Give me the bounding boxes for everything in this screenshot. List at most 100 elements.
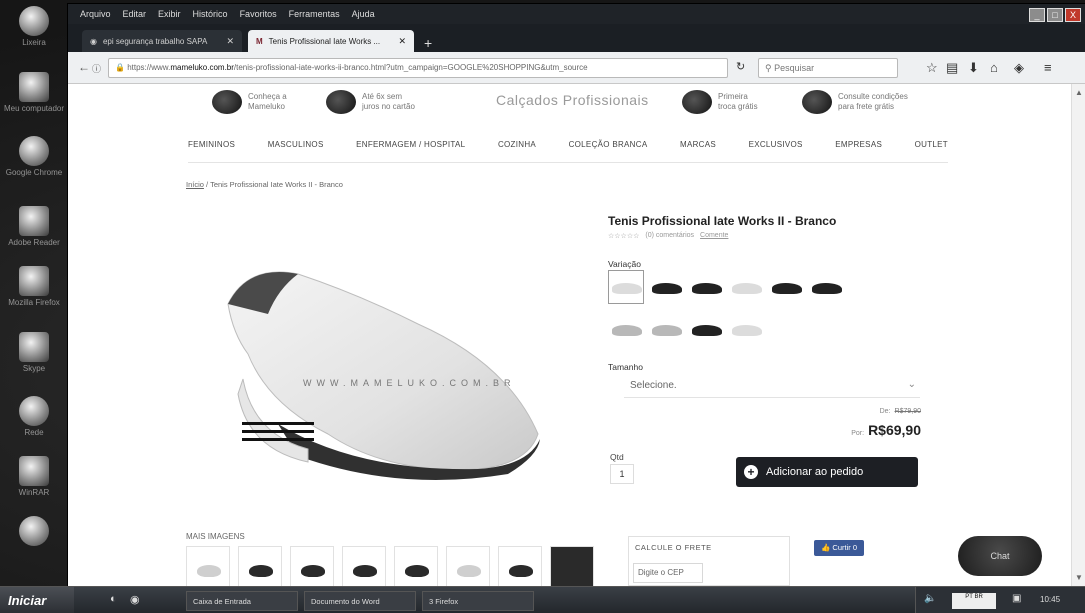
old-price: De: R$79,90 xyxy=(879,408,921,415)
variation-swatch[interactable] xyxy=(688,312,724,346)
plus-icon: + xyxy=(744,465,758,479)
task-firefox[interactable]: 3 Firefox xyxy=(422,591,534,611)
menu-hamburger-icon[interactable]: ≡ xyxy=(1044,60,1052,75)
pdf-icon xyxy=(19,206,49,236)
quantity-input[interactable]: 1 xyxy=(610,464,634,484)
thumbnail[interactable] xyxy=(498,546,542,586)
close-tab-icon[interactable]: ✕ xyxy=(226,36,234,47)
menu-edit[interactable]: Editar xyxy=(123,9,147,19)
desktop-icon-4[interactable]: Adobe Reader xyxy=(2,206,66,247)
product-image[interactable] xyxy=(208,234,568,514)
menu-help[interactable]: Ajuda xyxy=(352,9,375,19)
download-icon[interactable]: ⬇ xyxy=(968,60,979,76)
nav-cozinha[interactable]: COZINHA xyxy=(498,140,536,149)
rating-stars-icon[interactable]: ☆☆☆☆☆ xyxy=(608,232,639,240)
tab-epi[interactable]: ◉ epi segurança trabalho SAPA ✕ xyxy=(82,30,242,52)
variation-swatch[interactable] xyxy=(768,270,804,304)
thumbnail[interactable] xyxy=(550,546,594,586)
benefit-installments[interactable]: Até 6x sem juros no cartão xyxy=(326,90,415,114)
bookmark-star-icon[interactable]: ☆ xyxy=(926,60,938,76)
new-tab-button[interactable]: + xyxy=(424,35,432,51)
scroll-down-icon[interactable]: ▼ xyxy=(1075,573,1083,582)
pocket-icon[interactable]: ◈ xyxy=(1014,60,1024,76)
network-tray-icon[interactable]: ▣ xyxy=(1012,593,1021,604)
thumbnail[interactable] xyxy=(394,546,438,586)
search-input[interactable]: ⚲ Pesquisar xyxy=(758,58,898,78)
variation-swatch[interactable] xyxy=(728,270,764,304)
nav-empresas[interactable]: EMPRESAS xyxy=(835,140,882,149)
desktop-icon-3[interactable]: Google Chrome xyxy=(2,136,66,177)
start-button[interactable]: Iniciar xyxy=(0,587,74,613)
tab-product[interactable]: M Tenis Profissional Iate Works ... ✕ xyxy=(248,30,414,52)
variation-swatch[interactable] xyxy=(808,270,844,304)
menu-tools[interactable]: Ferramentas xyxy=(289,9,340,19)
variation-swatch[interactable] xyxy=(648,270,684,304)
skype-icon xyxy=(19,332,49,362)
thumbnail[interactable] xyxy=(238,546,282,586)
thumbnail[interactable] xyxy=(290,546,334,586)
desktop-icon-6[interactable]: Skype xyxy=(2,332,66,373)
nav-outlet[interactable]: OUTLET xyxy=(915,140,948,149)
thumbnail[interactable] xyxy=(446,546,490,586)
comment-link[interactable]: Comente xyxy=(700,232,728,240)
thumbnail-strip xyxy=(186,546,594,586)
desktop-icon-1[interactable]: Lixeira xyxy=(2,6,66,47)
menu-bookmarks[interactable]: Favoritos xyxy=(240,9,277,19)
computer-icon xyxy=(19,72,49,102)
bookmarks-list-icon[interactable]: ▤ xyxy=(946,60,958,76)
back-icon[interactable]: ← xyxy=(78,60,90,74)
benefit-about[interactable]: Conheça a Mameluko xyxy=(212,90,287,114)
desktop-icon-9[interactable] xyxy=(2,516,66,548)
close-tab-icon[interactable]: ✕ xyxy=(398,36,406,47)
volume-icon[interactable]: 🔈 xyxy=(924,593,936,604)
benefit-free-shipping[interactable]: Consulte condições para frete grátis xyxy=(802,90,908,114)
breadcrumb: Início / Tenis Profissional Iate Works I… xyxy=(186,180,343,189)
desktop-icon-5[interactable]: Mozilla Firefox xyxy=(2,266,66,307)
language-indicator[interactable]: PT BR xyxy=(952,593,996,609)
variation-swatch[interactable] xyxy=(608,312,644,346)
minimize-button[interactable]: _ xyxy=(1029,8,1045,22)
add-to-order-button[interactable]: + Adicionar ao pedido xyxy=(736,457,918,487)
url-bar[interactable]: 🔒 https://www.mameluko.com.br/tenis-prof… xyxy=(108,58,728,78)
benefit-exchange[interactable]: Primeira troca grátis xyxy=(682,90,758,114)
info-icon[interactable]: ⓘ xyxy=(92,62,101,75)
task-mail[interactable]: Caixa de Entrada xyxy=(186,591,298,611)
chat-button[interactable]: Chat xyxy=(958,536,1042,576)
nav-marcas[interactable]: MARCAS xyxy=(680,140,716,149)
scroll-up-icon[interactable]: ▲ xyxy=(1075,88,1083,97)
thumbnail[interactable] xyxy=(186,546,230,586)
thumbnail[interactable] xyxy=(342,546,386,586)
quicklaunch-icon[interactable]: ◉ xyxy=(130,593,140,606)
truck-icon xyxy=(802,90,832,114)
breadcrumb-home[interactable]: Início xyxy=(186,180,204,189)
variation-swatch[interactable] xyxy=(688,270,724,304)
nav-masculinos[interactable]: MASCULINOS xyxy=(268,140,324,149)
reload-icon[interactable]: ↻ xyxy=(736,60,745,73)
cep-input[interactable]: Digite o CEP xyxy=(633,563,703,583)
desktop-icon-2[interactable]: Meu computador xyxy=(2,72,66,113)
menu-view[interactable]: Exibir xyxy=(158,9,181,19)
task-word[interactable]: Documento do Word xyxy=(304,591,416,611)
variation-swatch[interactable] xyxy=(648,312,684,346)
nav-exclusivos[interactable]: EXCLUSIVOS xyxy=(749,140,803,149)
variation-swatch[interactable] xyxy=(728,312,764,346)
menu-history[interactable]: Histórico xyxy=(193,9,228,19)
variation-swatch[interactable] xyxy=(608,270,644,304)
store-logo[interactable]: Calçados Profissionais xyxy=(496,92,649,108)
nav-colecao-branca[interactable]: COLEÇÃO BRANCA xyxy=(569,140,648,149)
quicklaunch-icon[interactable]: ◐ xyxy=(110,593,117,605)
home-icon[interactable]: ⌂ xyxy=(990,60,998,75)
vertical-scrollbar[interactable]: ▲ ▼ xyxy=(1071,84,1085,586)
nav-toolbar: ← ⓘ 🔒 https://www.mameluko.com.br/tenis-… xyxy=(68,52,1085,84)
desktop-icon-7[interactable]: Rede xyxy=(2,396,66,437)
maximize-button[interactable]: □ xyxy=(1047,8,1063,22)
size-select[interactable]: Selecione. ⌄ xyxy=(624,376,920,398)
close-window-button[interactable]: X xyxy=(1065,8,1081,22)
desktop-icon-8[interactable]: WinRAR xyxy=(2,456,66,497)
nav-femininos[interactable]: FEMININOS xyxy=(188,140,235,149)
breadcrumb-current: Tenis Profissional Iate Works II - Branc… xyxy=(210,180,343,189)
nav-enfermagem[interactable]: ENFERMAGEM / HOSPITAL xyxy=(356,140,465,149)
exchange-icon xyxy=(682,90,712,114)
menu-file[interactable]: Arquivo xyxy=(80,9,111,19)
facebook-like-button[interactable]: 👍 Curtir 0 xyxy=(814,540,864,556)
